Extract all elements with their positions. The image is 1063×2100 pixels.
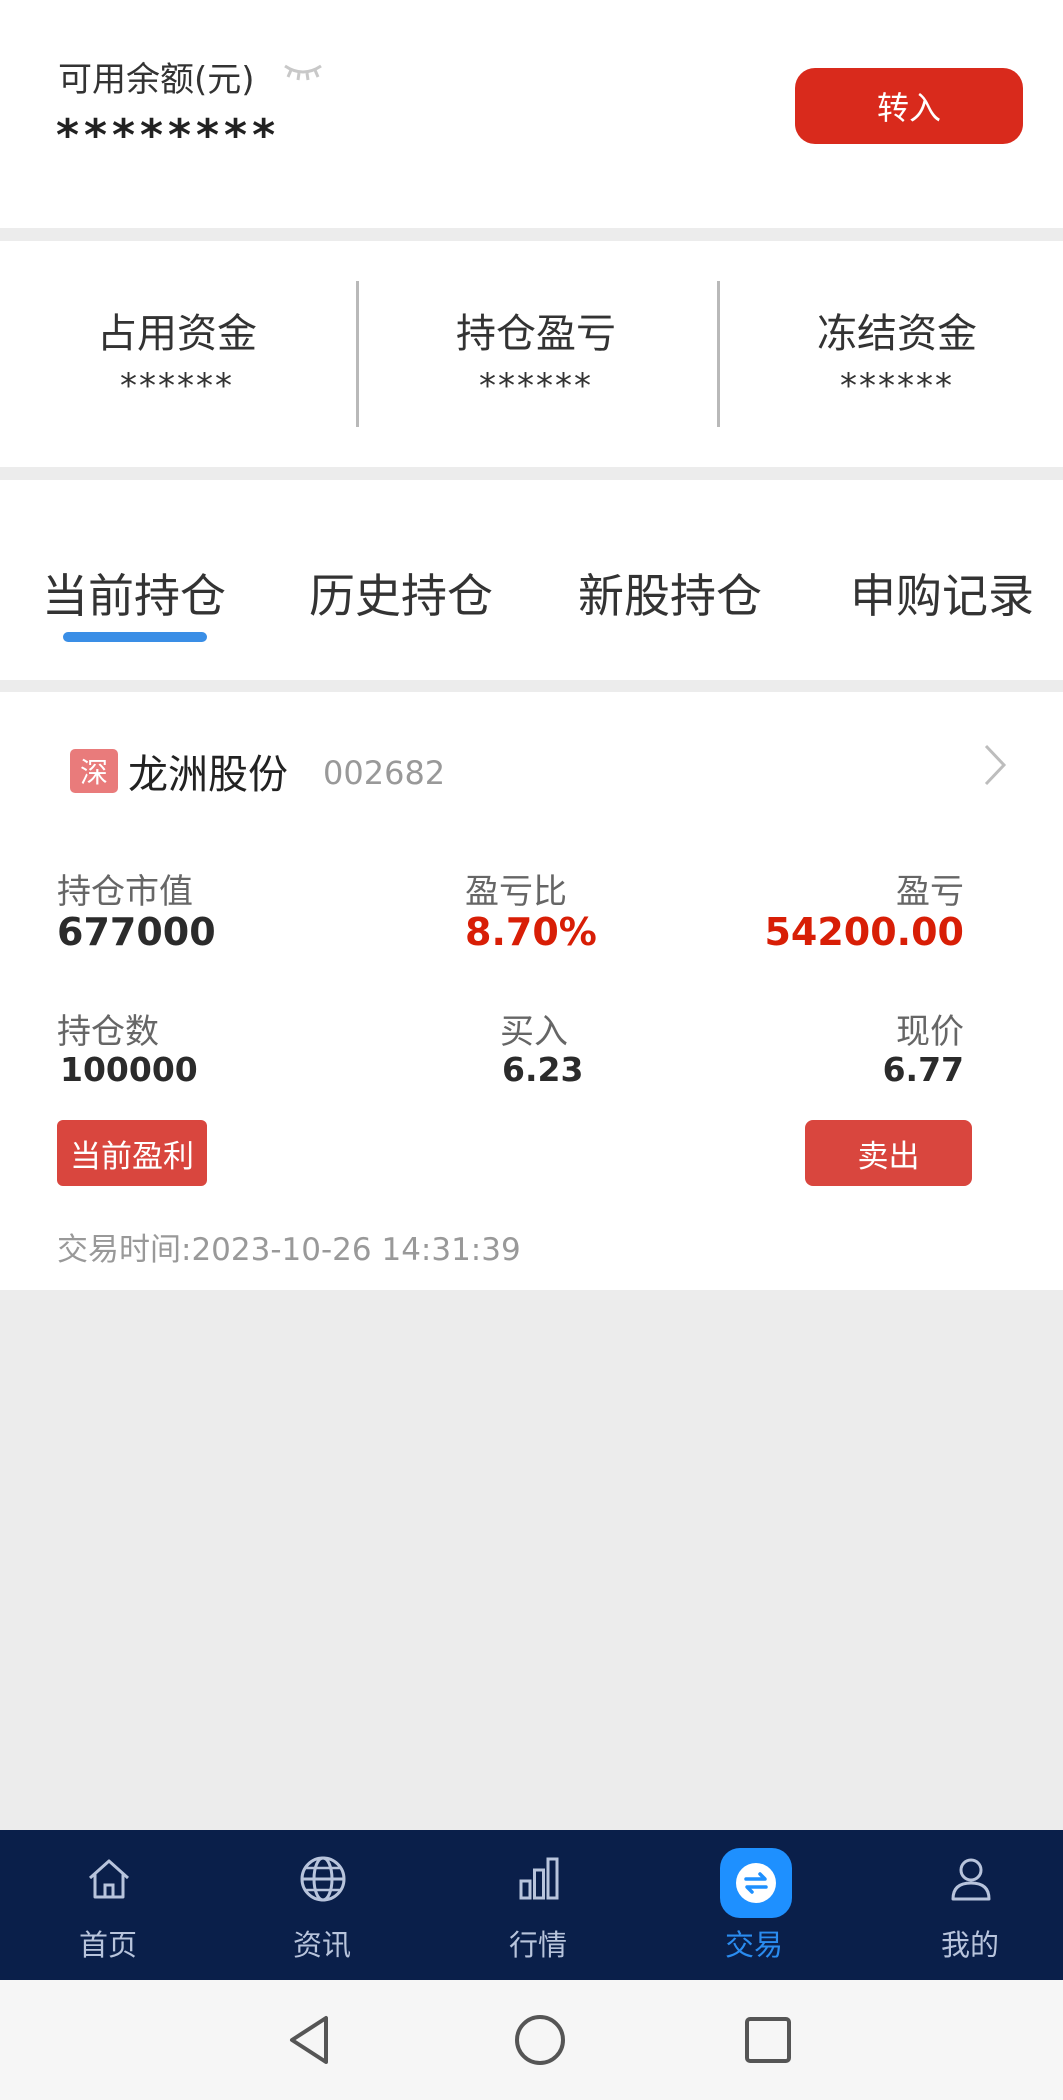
nav-trade[interactable]: 交易	[648, 1830, 860, 1980]
stat-position-pnl: 持仓盈亏 ******	[359, 241, 713, 467]
tab-ipo-positions[interactable]: 新股持仓	[578, 560, 762, 626]
stat-frozen-funds: 冻结资金 ******	[720, 241, 1063, 467]
stat-label: 占用资金	[97, 311, 257, 357]
quantity-label: 持仓数	[57, 1012, 159, 1052]
pnl-label: 盈亏	[896, 872, 964, 912]
stat-value: ******	[120, 366, 234, 406]
trade-time-label: 交易时间:	[57, 1232, 192, 1268]
stat-value: ******	[479, 366, 593, 406]
tab-subscription-records[interactable]: 申购记录	[850, 560, 1034, 626]
current-price-label: 现价	[896, 1012, 964, 1052]
stat-label: 冻结资金	[817, 311, 977, 357]
fund-stats-panel: 占用资金 ****** 持仓盈亏 ****** 冻结资金 ******	[0, 241, 1063, 467]
buy-price-value: 6.23	[502, 1050, 584, 1089]
stat-occupied-funds: 占用资金 ******	[0, 241, 354, 467]
current-price-value: 6.77	[882, 1050, 964, 1089]
pnl-ratio-label: 盈亏比	[465, 872, 567, 912]
back-icon[interactable]	[280, 2010, 340, 2070]
trade-time-value: 2023-10-26 14:31:39	[191, 1232, 521, 1268]
market-value-label: 持仓市值	[57, 872, 193, 912]
buy-price-label: 买入	[500, 1012, 568, 1052]
globe-icon	[300, 1856, 346, 1902]
exchange-icon	[736, 1863, 776, 1903]
nav-news[interactable]: 资讯	[216, 1830, 428, 1980]
user-icon	[951, 1858, 991, 1901]
position-tabs: 当前持仓 历史持仓 新股持仓 申购记录	[0, 480, 1063, 680]
available-balance-value: ********	[56, 110, 281, 161]
balance-panel: 可用余额(元) ******** 转入	[0, 0, 1063, 228]
stat-label: 持仓盈亏	[456, 311, 616, 357]
chevron-right-icon[interactable]	[980, 740, 1010, 790]
nav-home[interactable]: 首页	[2, 1830, 214, 1980]
market-badge: 深	[70, 749, 118, 793]
current-profit-button[interactable]: 当前盈利	[57, 1120, 207, 1186]
recents-icon[interactable]	[738, 2010, 798, 2070]
active-tab-indicator	[63, 632, 207, 642]
trade-time: 交易时间:2023-10-26 14:31:39	[57, 1224, 521, 1269]
eye-closed-icon[interactable]	[282, 60, 324, 84]
nav-market[interactable]: 行情	[432, 1830, 644, 1980]
stock-name: 龙洲股份	[128, 752, 288, 798]
nav-label: 行情	[508, 1928, 567, 1962]
bar-chart-icon	[519, 1857, 559, 1900]
transfer-in-button[interactable]: 转入	[795, 68, 1023, 144]
nav-profile[interactable]: 我的	[864, 1830, 1063, 1980]
home-icon	[88, 1859, 130, 1899]
tab-history-positions[interactable]: 历史持仓	[309, 560, 493, 626]
available-balance-label: 可用余额(元)	[58, 60, 255, 100]
nav-label: 首页	[78, 1928, 137, 1962]
tab-current-positions[interactable]: 当前持仓	[42, 560, 226, 626]
holding-card[interactable]: 深 龙洲股份 002682 持仓市值 677000 盈亏比 8.70% 盈亏 5…	[0, 692, 1063, 1290]
stat-value: ******	[840, 366, 954, 406]
stock-code: 002682	[323, 754, 446, 792]
nav-label: 我的	[940, 1928, 999, 1962]
quantity-value: 100000	[60, 1050, 198, 1089]
market-value: 677000	[57, 910, 216, 954]
bottom-nav: 首页 资讯 行情 交易 我的	[0, 1830, 1063, 1980]
nav-label: 资讯	[292, 1928, 351, 1962]
nav-label: 交易	[724, 1928, 783, 1962]
pnl-ratio-value: 8.70%	[465, 910, 597, 954]
system-navigation-bar	[0, 1980, 1063, 2100]
sell-button[interactable]: 卖出	[805, 1120, 972, 1186]
pnl-value: 54200.00	[764, 910, 964, 954]
home-circle-icon[interactable]	[510, 2010, 570, 2070]
